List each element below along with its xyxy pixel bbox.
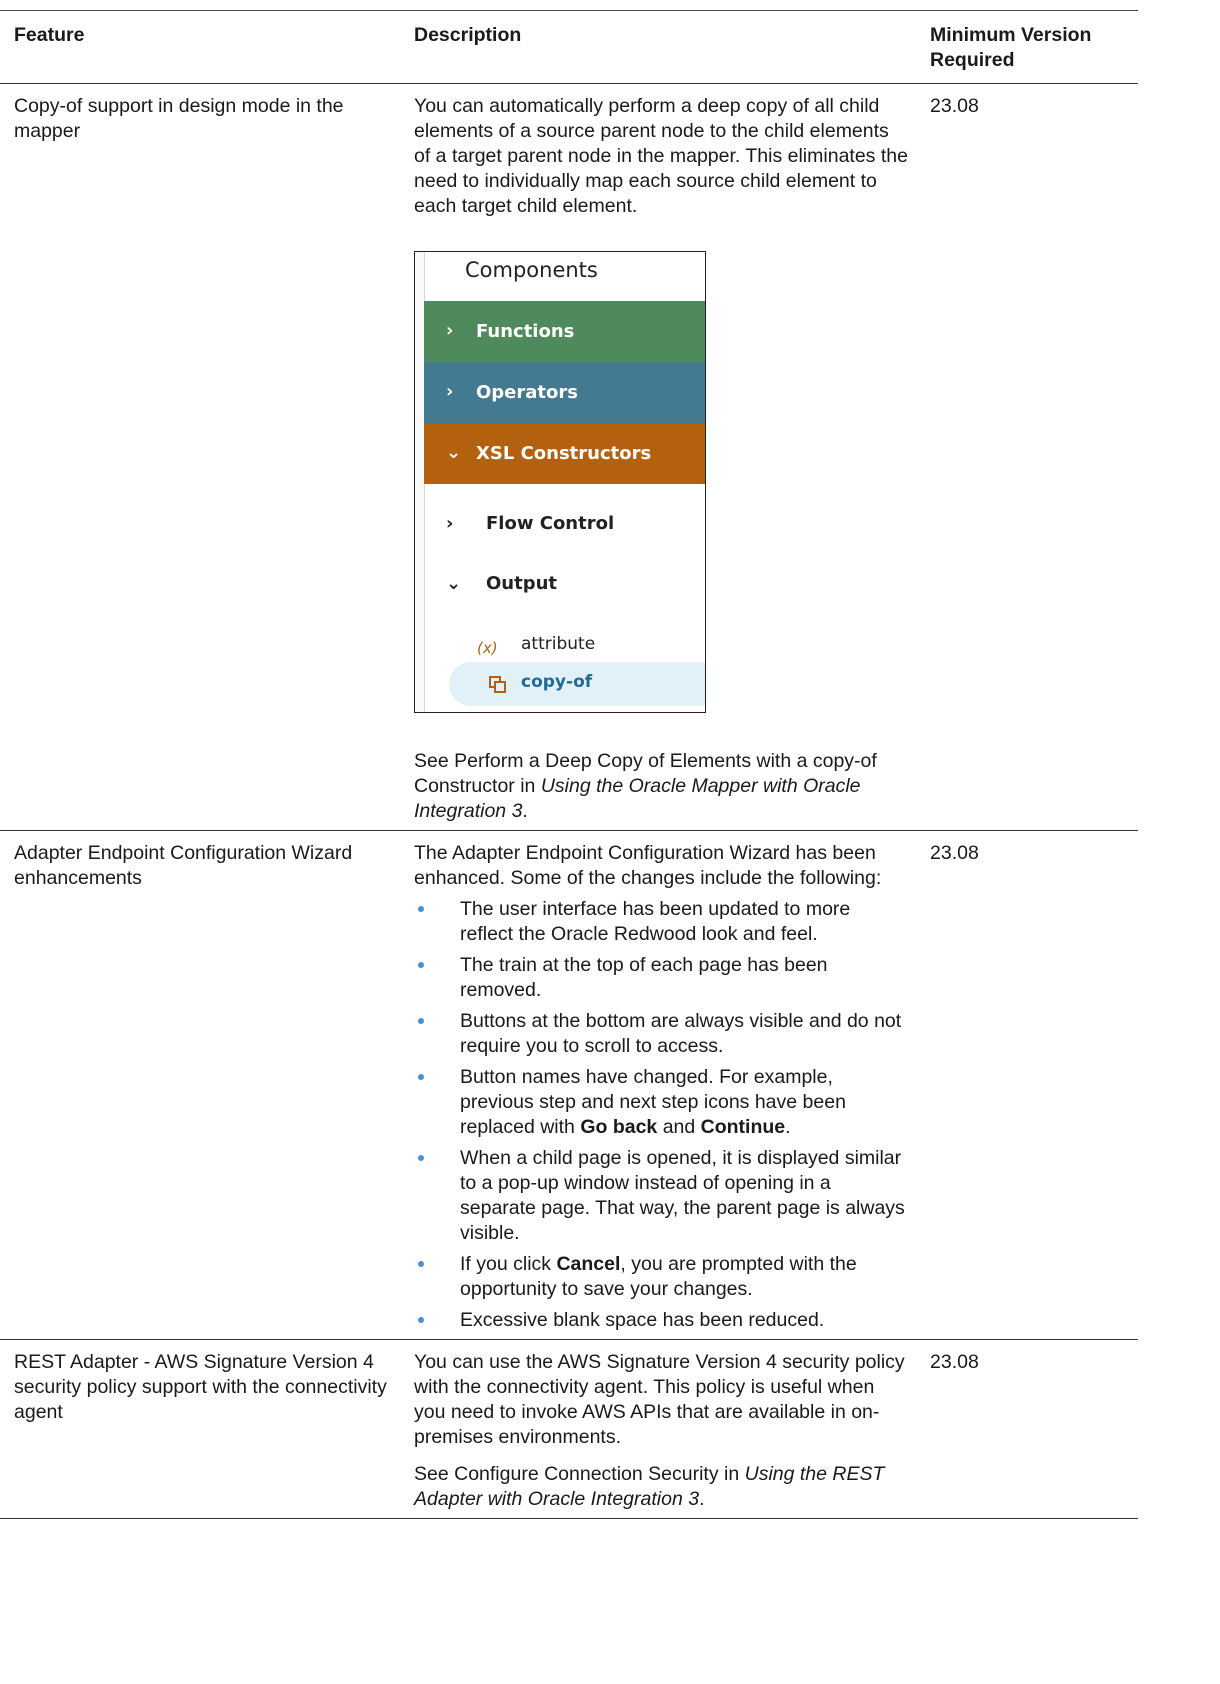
header-row: Feature Description Minimum Version Requ…	[0, 10, 1138, 84]
feature-cell: Adapter Endpoint Configuration Wizard en…	[14, 842, 353, 889]
header-feature: Feature	[14, 24, 85, 46]
list-item: Excessive blank space has been reduced.	[414, 1308, 908, 1333]
header-version: Minimum Version Required	[930, 24, 1092, 71]
list-text: .	[785, 1116, 791, 1138]
go-back-term: Go back	[580, 1116, 658, 1138]
list-item: Button names have changed. For example, …	[414, 1065, 908, 1140]
feature-cell: REST Adapter - AWS Signature Version 4 s…	[14, 1351, 387, 1423]
list-item: The train at the top of each page has be…	[414, 953, 908, 1003]
table-row: Copy-of support in design mode in the ma…	[0, 84, 1138, 831]
see-reference: See Configure Connection Security in Usi…	[414, 1462, 908, 1512]
see-suffix: .	[699, 1488, 705, 1510]
attribute-label: attribute	[521, 634, 596, 654]
version-cell: 23.08	[930, 95, 979, 117]
chevron-down-icon: ⌄	[446, 573, 462, 594]
description-cell: You can use the AWS Signature Version 4 …	[400, 1340, 916, 1519]
features-table: Feature Description Minimum Version Requ…	[0, 10, 1138, 1519]
version-cell: 23.08	[930, 1351, 979, 1373]
see-text: See Configure Connection Security in	[414, 1463, 745, 1485]
operators-category: › Operators	[424, 362, 705, 423]
description-intro: The Adapter Endpoint Configuration Wizar…	[414, 842, 882, 889]
components-title: Components	[465, 258, 598, 282]
list-item: The user interface has been updated to m…	[414, 897, 908, 947]
copy-icon	[489, 676, 507, 702]
operators-label: Operators	[476, 382, 578, 403]
table-row: Adapter Endpoint Configuration Wizard en…	[0, 831, 1138, 1340]
version-cell: 23.08	[930, 842, 979, 864]
variable-icon: (x)	[477, 639, 498, 657]
list-item: Buttons at the bottom are always visible…	[414, 1009, 908, 1059]
continue-term: Continue	[700, 1116, 786, 1138]
components-panel-screenshot: Components › Functions › Operators ⌄ XSL…	[414, 251, 706, 713]
description-cell: You can automatically perform a deep cop…	[400, 84, 916, 831]
flow-control-label: Flow Control	[486, 513, 615, 534]
feature-cell: Copy-of support in design mode in the ma…	[14, 95, 344, 142]
functions-label: Functions	[476, 321, 575, 342]
chevron-right-icon: ›	[446, 513, 454, 534]
description-text: You can use the AWS Signature Version 4 …	[414, 1351, 905, 1448]
list-text: If you click	[460, 1253, 557, 1275]
description-text: You can automatically perform a deep cop…	[414, 95, 908, 217]
see-reference: See Perform a Deep Copy of Elements with…	[414, 749, 908, 824]
copy-of-item: copy-of	[449, 662, 705, 706]
header-description: Description	[414, 24, 522, 46]
functions-category: › Functions	[424, 301, 705, 362]
copy-of-label: copy-of	[521, 672, 593, 692]
list-text: and	[657, 1116, 701, 1138]
cancel-term: Cancel	[556, 1253, 621, 1275]
change-list: The user interface has been updated to m…	[414, 897, 908, 1333]
xsl-constructors-category: ⌄ XSL Constructors	[424, 423, 705, 484]
description-cell: The Adapter Endpoint Configuration Wizar…	[400, 831, 916, 1340]
chevron-right-icon: ›	[446, 320, 454, 341]
output-label: Output	[486, 573, 558, 594]
chevron-right-icon: ›	[446, 381, 454, 402]
xsl-constructors-label: XSL Constructors	[476, 443, 652, 464]
chevron-down-icon: ⌄	[446, 442, 462, 463]
list-item: When a child page is opened, it is displ…	[414, 1146, 908, 1246]
list-item: If you click Cancel, you are prompted wi…	[414, 1252, 908, 1302]
table-row: REST Adapter - AWS Signature Version 4 s…	[0, 1340, 1138, 1519]
see-suffix: .	[522, 800, 528, 822]
